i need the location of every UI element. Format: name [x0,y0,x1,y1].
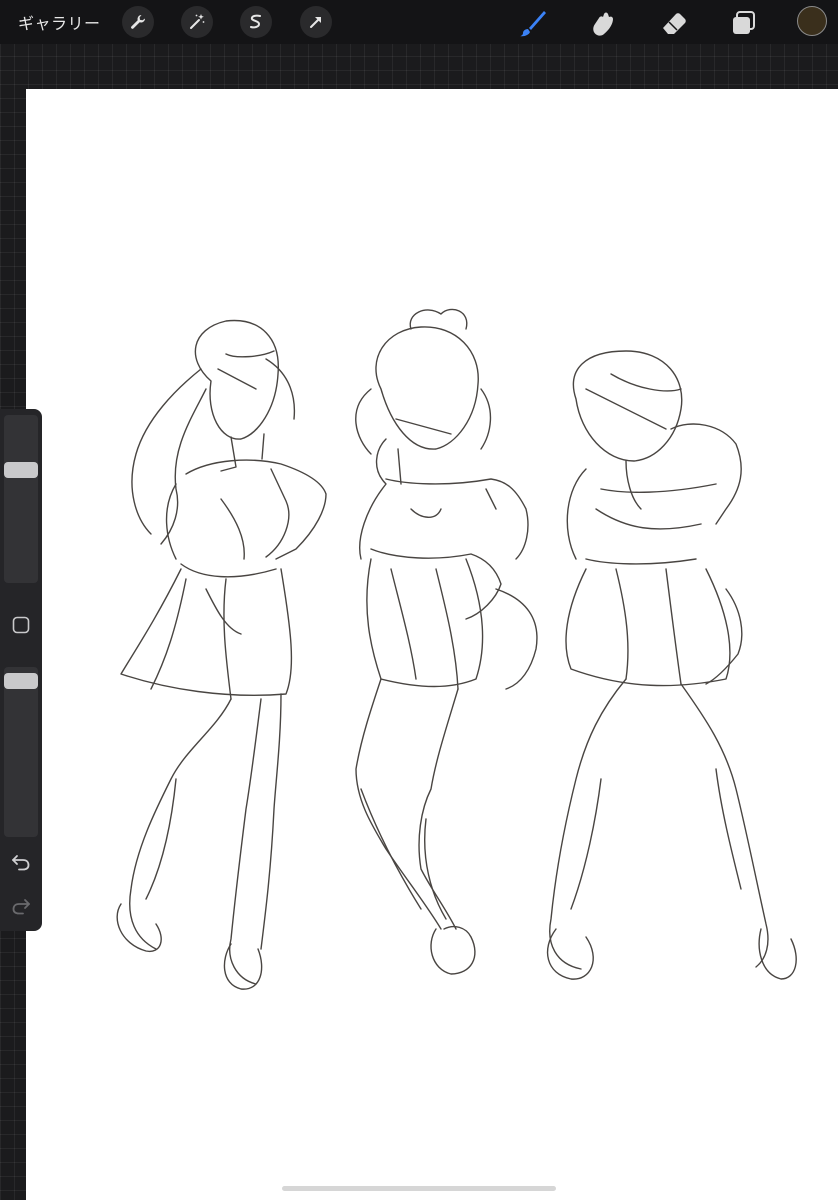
selection-button[interactable] [240,6,272,38]
gallery-button[interactable]: ギャラリー [18,10,101,34]
eraser-icon [663,13,686,34]
layers-icon [733,11,755,34]
layers-button[interactable] [726,6,760,40]
selection-icon [250,14,261,29]
modify-button[interactable] [11,615,31,635]
undo-button[interactable] [9,850,33,874]
transform-arrow-icon [310,17,321,28]
top-toolbar: ギャラリー [0,0,838,44]
wrench-icon [131,15,146,29]
brush-size-slider[interactable] [4,415,38,583]
home-indicator[interactable] [282,1186,556,1191]
redo-button[interactable] [9,894,33,918]
opacity-thumb[interactable] [4,673,38,689]
eraser-tool-button[interactable] [657,6,691,40]
left-sidebar [0,409,42,931]
adjustments-button[interactable] [181,6,213,38]
magic-wand-icon [190,14,205,29]
opacity-slider[interactable] [4,667,38,837]
brush-icon [520,11,546,37]
figure-sketch [116,308,797,990]
brush-size-thumb[interactable] [4,462,38,478]
drawing-canvas[interactable] [26,89,838,1200]
color-swatch-button[interactable] [797,6,827,36]
modify-square-icon [12,616,30,634]
smudge-tool-button[interactable] [585,6,619,40]
smudge-icon [593,12,613,36]
actions-button[interactable] [122,6,154,38]
undo-icon [12,855,30,871]
redo-icon [12,899,30,915]
brush-tool-button[interactable] [516,6,550,40]
transform-button[interactable] [300,6,332,38]
